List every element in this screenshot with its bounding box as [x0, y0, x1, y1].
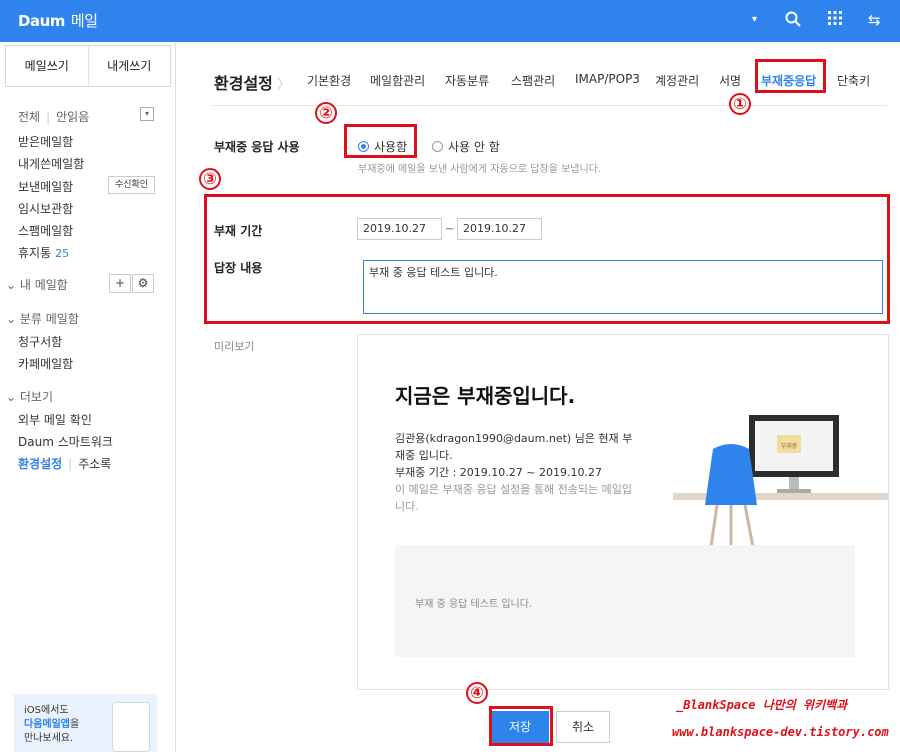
sidebar-item-spam[interactable]: 스팸메일함: [18, 222, 73, 239]
tab-account[interactable]: 계정관리: [655, 72, 699, 89]
radio-off[interactable]: 사용 안 함: [432, 138, 500, 155]
tab-spam[interactable]: 스팸관리: [511, 72, 555, 89]
promo-text: iOS에서도 다음메일앱을 만나보세요.: [24, 705, 80, 744]
preview-body: 부재 중 응답 테스트 입니다.: [415, 599, 533, 610]
watermark-url: www.blankspace-dev.tistory.com: [672, 725, 889, 739]
more-header[interactable]: ⌄ 더보기: [6, 388, 53, 405]
trash-count: 25: [55, 247, 70, 260]
annotation-box-2: [344, 124, 417, 158]
cancel-button[interactable]: 취소: [556, 711, 610, 743]
tab-autosort[interactable]: 자동분류: [445, 72, 489, 89]
sidebar-item-smartwork[interactable]: Daum 스마트워크: [18, 433, 113, 450]
sidebar-settings-row: 환경설정 | 주소록: [18, 457, 112, 471]
sidebar-item-sent[interactable]: 보낸메일함: [18, 178, 73, 195]
radio-description: 부재중에 메일을 보낸 사람에게 자동으로 답장을 보냅니다.: [358, 164, 602, 175]
preview-label: 미리보기: [214, 340, 255, 353]
preview-text: 김관용(kdragon1990@daum.net) 님은 현재 부재중 입니다.…: [395, 432, 633, 479]
app-promo-banner[interactable]: iOS에서도 다음메일앱을 만나보세요.: [14, 694, 157, 752]
annotation-num-4: ④: [466, 682, 488, 704]
tab-mailbox[interactable]: 메일함관리: [370, 72, 425, 89]
divider: [212, 105, 887, 106]
tab-imap[interactable]: IMAP/POP3: [575, 72, 640, 86]
logo[interactable]: Daum 메일: [18, 10, 98, 31]
sidebar-item-inbox[interactable]: 받은메일함: [18, 133, 73, 150]
preview-panel: 지금은 부재중입니다. 김관용(kdragon1990@daum.net) 님은…: [357, 334, 889, 690]
preview-note: 이 메일은 부재중 응답 설정을 통해 전송되는 메일입니다.: [395, 483, 632, 513]
add-mailbox-button[interactable]: +: [109, 274, 131, 293]
compose-button[interactable]: 메일쓰기: [6, 46, 89, 86]
top-bar: Daum 메일 ▾ ⇆: [0, 0, 900, 42]
annotation-num-3: ③: [199, 168, 221, 190]
mail-filter: 전체 | 안읽음: [18, 110, 90, 124]
search-icon[interactable]: [785, 11, 801, 31]
compose-group: 메일쓰기 내게쓰기: [5, 45, 171, 87]
auto-reply-label: 부재중 응답 사용: [214, 140, 300, 154]
tab-basic[interactable]: 기본환경: [307, 72, 351, 89]
page-title: 환경설정 〉: [214, 74, 291, 93]
sidebar-item-drafts[interactable]: 임시보관함: [18, 200, 73, 217]
settings-link[interactable]: 환경설정: [18, 457, 62, 471]
gear-icon[interactable]: ⚙: [132, 274, 154, 293]
swap-icon[interactable]: ⇆: [868, 11, 881, 29]
main-content: 환경설정 〉 기본환경 메일함관리 자동분류 스팸관리 IMAP/POP3 계정관…: [177, 42, 898, 752]
sidebar-item-cafe[interactable]: 카페메일함: [18, 355, 73, 372]
tab-signature[interactable]: 서명: [719, 72, 741, 89]
sidebar-item-self[interactable]: 내게쓴메일함: [18, 155, 84, 172]
phone-illustration: [112, 702, 150, 752]
category-header[interactable]: ⌄ 분류 메일함: [6, 310, 79, 327]
apps-grid-icon[interactable]: [828, 11, 842, 29]
sidebar-item-bills[interactable]: 청구서함: [18, 333, 62, 350]
annotation-box-3: [204, 194, 890, 324]
filter-all[interactable]: 전체: [18, 110, 40, 124]
chevron-down-icon[interactable]: ▾: [752, 14, 757, 25]
annotation-num-1: ①: [729, 93, 751, 115]
trash-label: 휴지통: [18, 246, 52, 260]
tab-shortcuts[interactable]: 단축키: [837, 72, 870, 89]
preview-heading: 지금은 부재중입니다.: [395, 384, 576, 408]
sidebar: 메일쓰기 내게쓰기 전체 | 안읽음 ▾ 받은메일함 내게쓴메일함 보낸메일함 수신…: [0, 42, 176, 752]
annotation-num-2: ②: [315, 102, 337, 124]
sidebar-item-trash[interactable]: 휴지통 25: [18, 244, 69, 261]
self-compose-button[interactable]: 내게쓰기: [89, 46, 171, 86]
filter-unread[interactable]: 안읽음: [56, 110, 89, 124]
desk-illustration: 부재중: [673, 415, 888, 548]
my-mailbox-header[interactable]: ⌄ 내 메일함: [6, 276, 68, 293]
preview-body-box: 부재 중 응답 테스트 입니다.: [395, 545, 855, 657]
watermark-title: _BlankSpace 나만의 위키백과: [676, 698, 848, 712]
note-text: 부재중: [781, 442, 798, 450]
receipt-check-button[interactable]: 수신확인: [108, 176, 155, 194]
annotation-box-4: [489, 706, 553, 746]
address-book-link[interactable]: 주소록: [78, 457, 111, 471]
annotation-box-1: [755, 59, 826, 93]
filter-dropdown-icon[interactable]: ▾: [140, 107, 154, 121]
sidebar-item-external[interactable]: 외부 메일 확인: [18, 411, 92, 428]
